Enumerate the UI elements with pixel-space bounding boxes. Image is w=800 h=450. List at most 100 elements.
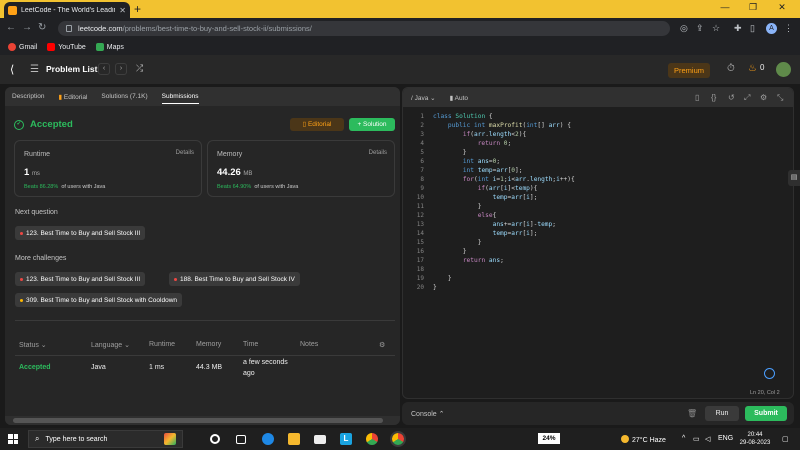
tray-chevron-icon[interactable]: ^ xyxy=(682,435,685,442)
timer-icon[interactable]: ⏱ xyxy=(727,63,735,74)
extensions-icon[interactable]: ✚ xyxy=(734,23,742,34)
network-icon[interactable]: ▭ xyxy=(693,435,700,443)
bookmark-youtube[interactable]: YouTube xyxy=(47,43,86,51)
bookmark-icon[interactable]: ▯ xyxy=(695,93,699,102)
bookmark-maps[interactable]: Maps xyxy=(95,43,124,51)
run-button[interactable]: Run xyxy=(705,406,739,421)
tab-editorial[interactable]: ▮ Editorial xyxy=(59,93,88,101)
next-question-chip[interactable]: 123. Best Time to Buy and Sell Stock III xyxy=(15,226,146,240)
notifications-icon[interactable]: ▢ xyxy=(782,435,789,443)
back-arrow-icon[interactable]: ← xyxy=(6,22,16,33)
file-explorer-icon[interactable] xyxy=(288,433,300,445)
taskbar-clock[interactable]: 20:44 29-08-2023 xyxy=(738,431,772,447)
language-indicator[interactable]: ENG xyxy=(718,435,733,442)
line-number: 6 xyxy=(420,158,424,165)
difficulty-dot xyxy=(20,298,23,302)
challenge-chip[interactable]: 188. Best Time to Buy and Sell Stock IV xyxy=(169,272,300,286)
mail-icon[interactable] xyxy=(314,435,326,444)
editorial-button-label: Editorial xyxy=(307,121,332,128)
cortana-icon[interactable] xyxy=(210,434,220,444)
row-status[interactable]: Accepted xyxy=(19,364,51,371)
autocomplete-mode[interactable]: ▮ Auto xyxy=(450,94,468,102)
side-panel-handle-icon[interactable]: ▤ xyxy=(788,170,800,186)
challenge-chip[interactable]: 309. Best Time to Buy and Sell Stock wit… xyxy=(15,293,183,307)
braces-icon[interactable]: {} xyxy=(711,93,716,102)
trash-icon[interactable]: 🗑 xyxy=(687,409,697,418)
chrome-menu-icon[interactable]: ⋮ xyxy=(784,23,793,34)
settings-gear-icon[interactable]: ⚙ xyxy=(379,341,385,349)
new-tab-button[interactable]: + xyxy=(134,2,141,16)
runtime-value-wrap: 1 ms xyxy=(24,167,40,178)
line-number: 9 xyxy=(420,185,424,192)
browser-tab[interactable]: LeetCode - The World's Leading ✕ xyxy=(4,2,130,18)
challenge-chip[interactable]: 123. Best Time to Buy and Sell Stock III xyxy=(15,272,146,286)
share-icon[interactable]: ⇪ xyxy=(696,23,704,34)
close-window-button[interactable]: ✕ xyxy=(772,2,792,13)
section-divider xyxy=(15,320,395,321)
bookmark-star-icon[interactable]: ☆ xyxy=(712,23,720,34)
user-avatar[interactable] xyxy=(776,62,791,77)
prev-problem-button[interactable]: ‹ xyxy=(98,63,110,75)
scrollbar-thumb[interactable] xyxy=(13,418,383,423)
chrome-active-taskbar-icon[interactable] xyxy=(390,431,406,447)
memory-card[interactable]: Memory Details 44.26 MB Beats 64.90% of … xyxy=(207,140,395,197)
submit-button[interactable]: Submit xyxy=(745,406,787,421)
tab-close-icon[interactable]: ✕ xyxy=(119,6,126,15)
code-line: } xyxy=(433,203,482,210)
maximize-button[interactable]: ❐ xyxy=(743,2,763,13)
battery-indicator[interactable]: 24% xyxy=(538,433,560,444)
premium-button[interactable]: Premium xyxy=(668,63,710,78)
leetcode-logo-icon[interactable]: ⟨ xyxy=(10,63,14,76)
memory-details-link[interactable]: Details xyxy=(369,150,387,156)
taskbar-search[interactable]: ⌕ Type here to search xyxy=(28,430,183,448)
shuffle-icon[interactable]: ⤮ xyxy=(136,63,143,74)
tab-submissions[interactable]: Submissions xyxy=(161,93,199,104)
fullscreen-icon[interactable]: ⤡ xyxy=(777,93,783,103)
bookmark-gmail[interactable]: Gmail xyxy=(8,43,37,51)
forward-arrow-icon[interactable]: → xyxy=(22,22,32,33)
reload-icon[interactable]: ↻ xyxy=(38,22,46,33)
edge-icon[interactable] xyxy=(262,433,274,445)
side-panel-icon[interactable]: ▯ xyxy=(750,23,755,34)
status-column-header[interactable]: Status ⌄ xyxy=(19,341,47,349)
horizontal-scrollbar[interactable] xyxy=(5,416,400,425)
solution-button[interactable]: + Solution xyxy=(349,118,395,131)
code-line: temp=arr[i]; xyxy=(492,230,538,237)
runtime-details-link[interactable]: Details xyxy=(176,150,194,156)
chrome-profile-avatar[interactable]: A xyxy=(766,23,777,34)
weather-widget[interactable]: 27°C Haze xyxy=(621,435,666,444)
line-number: 20 xyxy=(416,284,424,291)
language-column-header[interactable]: Language ⌄ xyxy=(91,341,130,349)
problem-list-link[interactable]: Problem List xyxy=(46,64,97,74)
help-bubble-icon[interactable] xyxy=(764,368,775,379)
reset-icon[interactable]: ↺ xyxy=(728,93,735,102)
language-selector[interactable]: / Java ⌄ xyxy=(411,94,436,102)
l-app-icon[interactable]: L xyxy=(340,433,352,445)
game-app-icon[interactable] xyxy=(164,433,176,445)
chrome-taskbar-icon[interactable] xyxy=(366,433,378,445)
runtime-card[interactable]: Runtime Details 1 ms Beats 86.28% of use… xyxy=(14,140,202,197)
minimize-button[interactable]: — xyxy=(715,2,735,12)
leetcode-navbar: ⟨ ☰ Problem List ‹ › ⤮ Premium ⏱ ♨ 0 xyxy=(0,55,800,85)
runtime-beats: Beats 86.28% of users with Java xyxy=(24,184,105,190)
code-line: return ans; xyxy=(462,257,504,264)
google-lens-icon[interactable]: ◎ xyxy=(680,23,688,34)
bookmark-label: YouTube xyxy=(58,43,86,51)
tab-solutions[interactable]: Solutions (7.1K) xyxy=(101,93,147,100)
console-toggle[interactable]: Console ⌃ xyxy=(411,410,445,418)
expand-icon[interactable]: ⤢ xyxy=(744,93,750,103)
editorial-button[interactable]: ▯ Editorial xyxy=(290,118,344,131)
task-view-icon[interactable] xyxy=(236,435,246,444)
tab-description[interactable]: Description xyxy=(12,93,45,100)
streak-fire-icon[interactable]: ♨ xyxy=(748,63,757,74)
line-number: 16 xyxy=(416,248,424,255)
line-number: 15 xyxy=(416,239,424,246)
windows-start-icon[interactable] xyxy=(8,434,18,444)
next-question-heading: Next question xyxy=(15,209,58,216)
settings-icon[interactable]: ⚙ xyxy=(760,93,767,102)
list-icon[interactable]: ☰ xyxy=(30,64,39,75)
left-panel: Description ▮ Editorial Solutions (7.1K)… xyxy=(5,87,400,425)
volume-icon[interactable]: ◁ xyxy=(705,435,710,443)
address-bar[interactable]: leetcode.com/problems/best-time-to-buy-a… xyxy=(58,21,670,36)
next-problem-button[interactable]: › xyxy=(115,63,127,75)
